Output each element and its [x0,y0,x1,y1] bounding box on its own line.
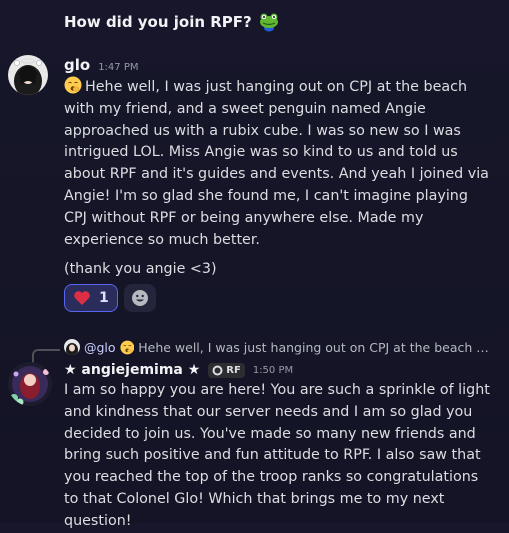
server-tag-text: RF [226,364,241,376]
timestamp[interactable]: 1:50 PM [253,365,293,376]
message-header: ★ angiejemima ★ RF 1:50 PM [64,362,492,378]
avatar-image [64,339,80,355]
avatar-image [8,55,48,95]
avatar-angiejemima[interactable] [8,362,52,406]
thread-title-text: How did you join RPF? [64,13,252,31]
message-body: Hehe well, I was just hanging out on CPJ… [64,76,492,251]
yawning-face-emoji-icon [64,76,82,94]
timestamp[interactable]: 1:47 PM [98,62,138,73]
reply-connector [32,349,60,363]
reply-snippet: Hehe well, I was just hanging out on CPJ… [138,339,494,355]
reaction-count: 1 [99,290,109,306]
server-tag-badge[interactable]: RF [208,362,245,378]
author-name[interactable]: glo [64,56,90,74]
heart-icon [74,291,90,305]
add-reaction-button[interactable] [123,284,156,312]
message-header: glo 1:47 PM [64,56,492,74]
penguin-tag-icon [212,365,223,375]
reply-preview[interactable]: @glo Hehe well, I was just hanging out o… [64,339,494,355]
message-angiejemima: ★ angiejemima ★ RF 1:50 PM I am so happy… [64,362,492,533]
message-footer-text: (thank you angie <3) [64,261,217,278]
yawning-face-emoji-icon [119,340,134,354]
avatar-glo[interactable] [8,55,48,95]
heart-reaction-button[interactable]: 1 [64,284,118,312]
message-text: I am so happy you are here! You are such… [64,382,490,529]
reply-avatar [64,339,80,355]
reactions-row: 1 [64,284,156,312]
message-glo: glo 1:47 PM Hehe well, I was just hangin… [64,56,492,281]
thread-title: How did you join RPF? [64,12,280,32]
reply-mention[interactable]: @glo [84,340,116,355]
smiley-icon [131,290,148,306]
frog-emoji-icon [259,13,278,32]
author-name[interactable]: ★ angiejemima ★ [64,362,200,378]
message-text: Hehe well, I was just hanging out on CPJ… [64,79,489,248]
avatar-image [8,362,52,406]
